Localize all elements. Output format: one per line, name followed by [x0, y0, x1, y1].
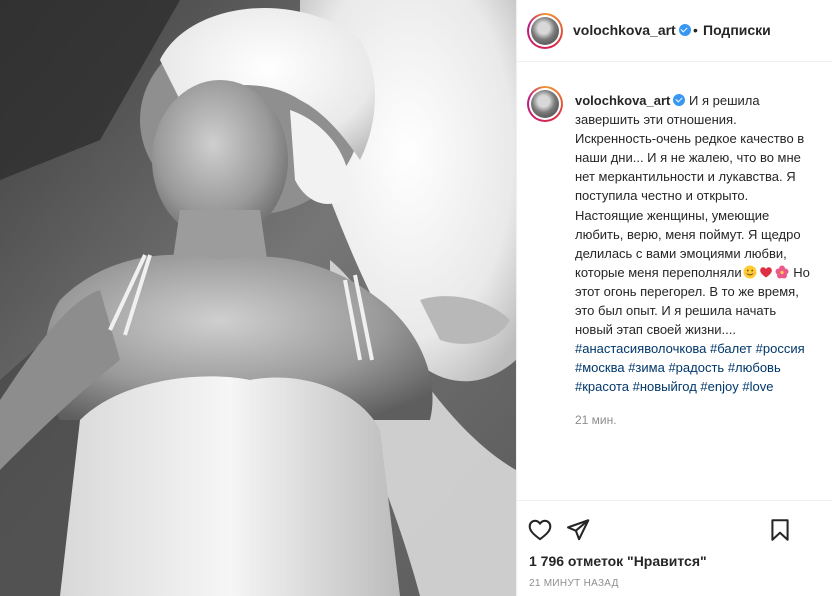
caption-body: И я решила завершить эти отношения. Искр… [575, 93, 805, 280]
red-heart-emoji-icon [759, 267, 772, 278]
caption-avatar[interactable] [527, 86, 563, 122]
following-button[interactable]: Подписки [703, 22, 771, 38]
bookmark-icon[interactable] [767, 517, 793, 543]
verified-badge-icon [678, 24, 691, 36]
hashtag-link[interactable]: #анастасияволочкова [575, 341, 706, 356]
hashtag-link[interactable]: #россия [756, 341, 805, 356]
hashtag-link[interactable]: #красота [575, 379, 629, 394]
post-date: 21 МИНУТ НАЗАД [529, 578, 619, 589]
likes-count[interactable]: 1 796 отметок "Нравится" [529, 553, 707, 569]
post-photo[interactable] [0, 0, 516, 596]
paper-plane-icon[interactable] [565, 517, 591, 543]
post-actions-section: 1 796 отметок "Нравится" 21 МИНУТ НАЗАД [517, 500, 832, 596]
hashtag-link[interactable]: #любовь [728, 360, 781, 375]
hashtag-link[interactable]: #новыйгод [633, 379, 697, 394]
verified-badge-icon [673, 94, 686, 106]
hashtag-link[interactable]: #радость [668, 360, 724, 375]
hashtag-link[interactable]: #love [742, 379, 773, 394]
post-header: volochkova_art • Подписки [517, 0, 832, 62]
hashtag-link[interactable]: #зима [628, 360, 665, 375]
caption-username-link[interactable]: volochkova_art [575, 93, 670, 108]
avatar[interactable] [527, 13, 563, 49]
hashtag-link[interactable]: #балет [710, 341, 752, 356]
caption-timestamp: 21 мин. [575, 413, 617, 427]
hibiscus-emoji-icon [775, 265, 789, 279]
post-sidebar: volochkova_art • Подписки volochkova_art… [516, 0, 832, 596]
smiling-face-emoji-icon [743, 265, 757, 279]
black-white-photo-ballerina-angel-wings [0, 0, 516, 596]
hashtag-link[interactable]: #enjoy [700, 379, 738, 394]
separator-dot: • [693, 22, 698, 38]
hashtag-link[interactable]: #москва [575, 360, 625, 375]
header-username-link[interactable]: volochkova_art [573, 22, 676, 38]
caption-text: volochkova_art И я решила завершить эти … [575, 91, 813, 397]
heart-outline-icon[interactable] [527, 517, 553, 543]
